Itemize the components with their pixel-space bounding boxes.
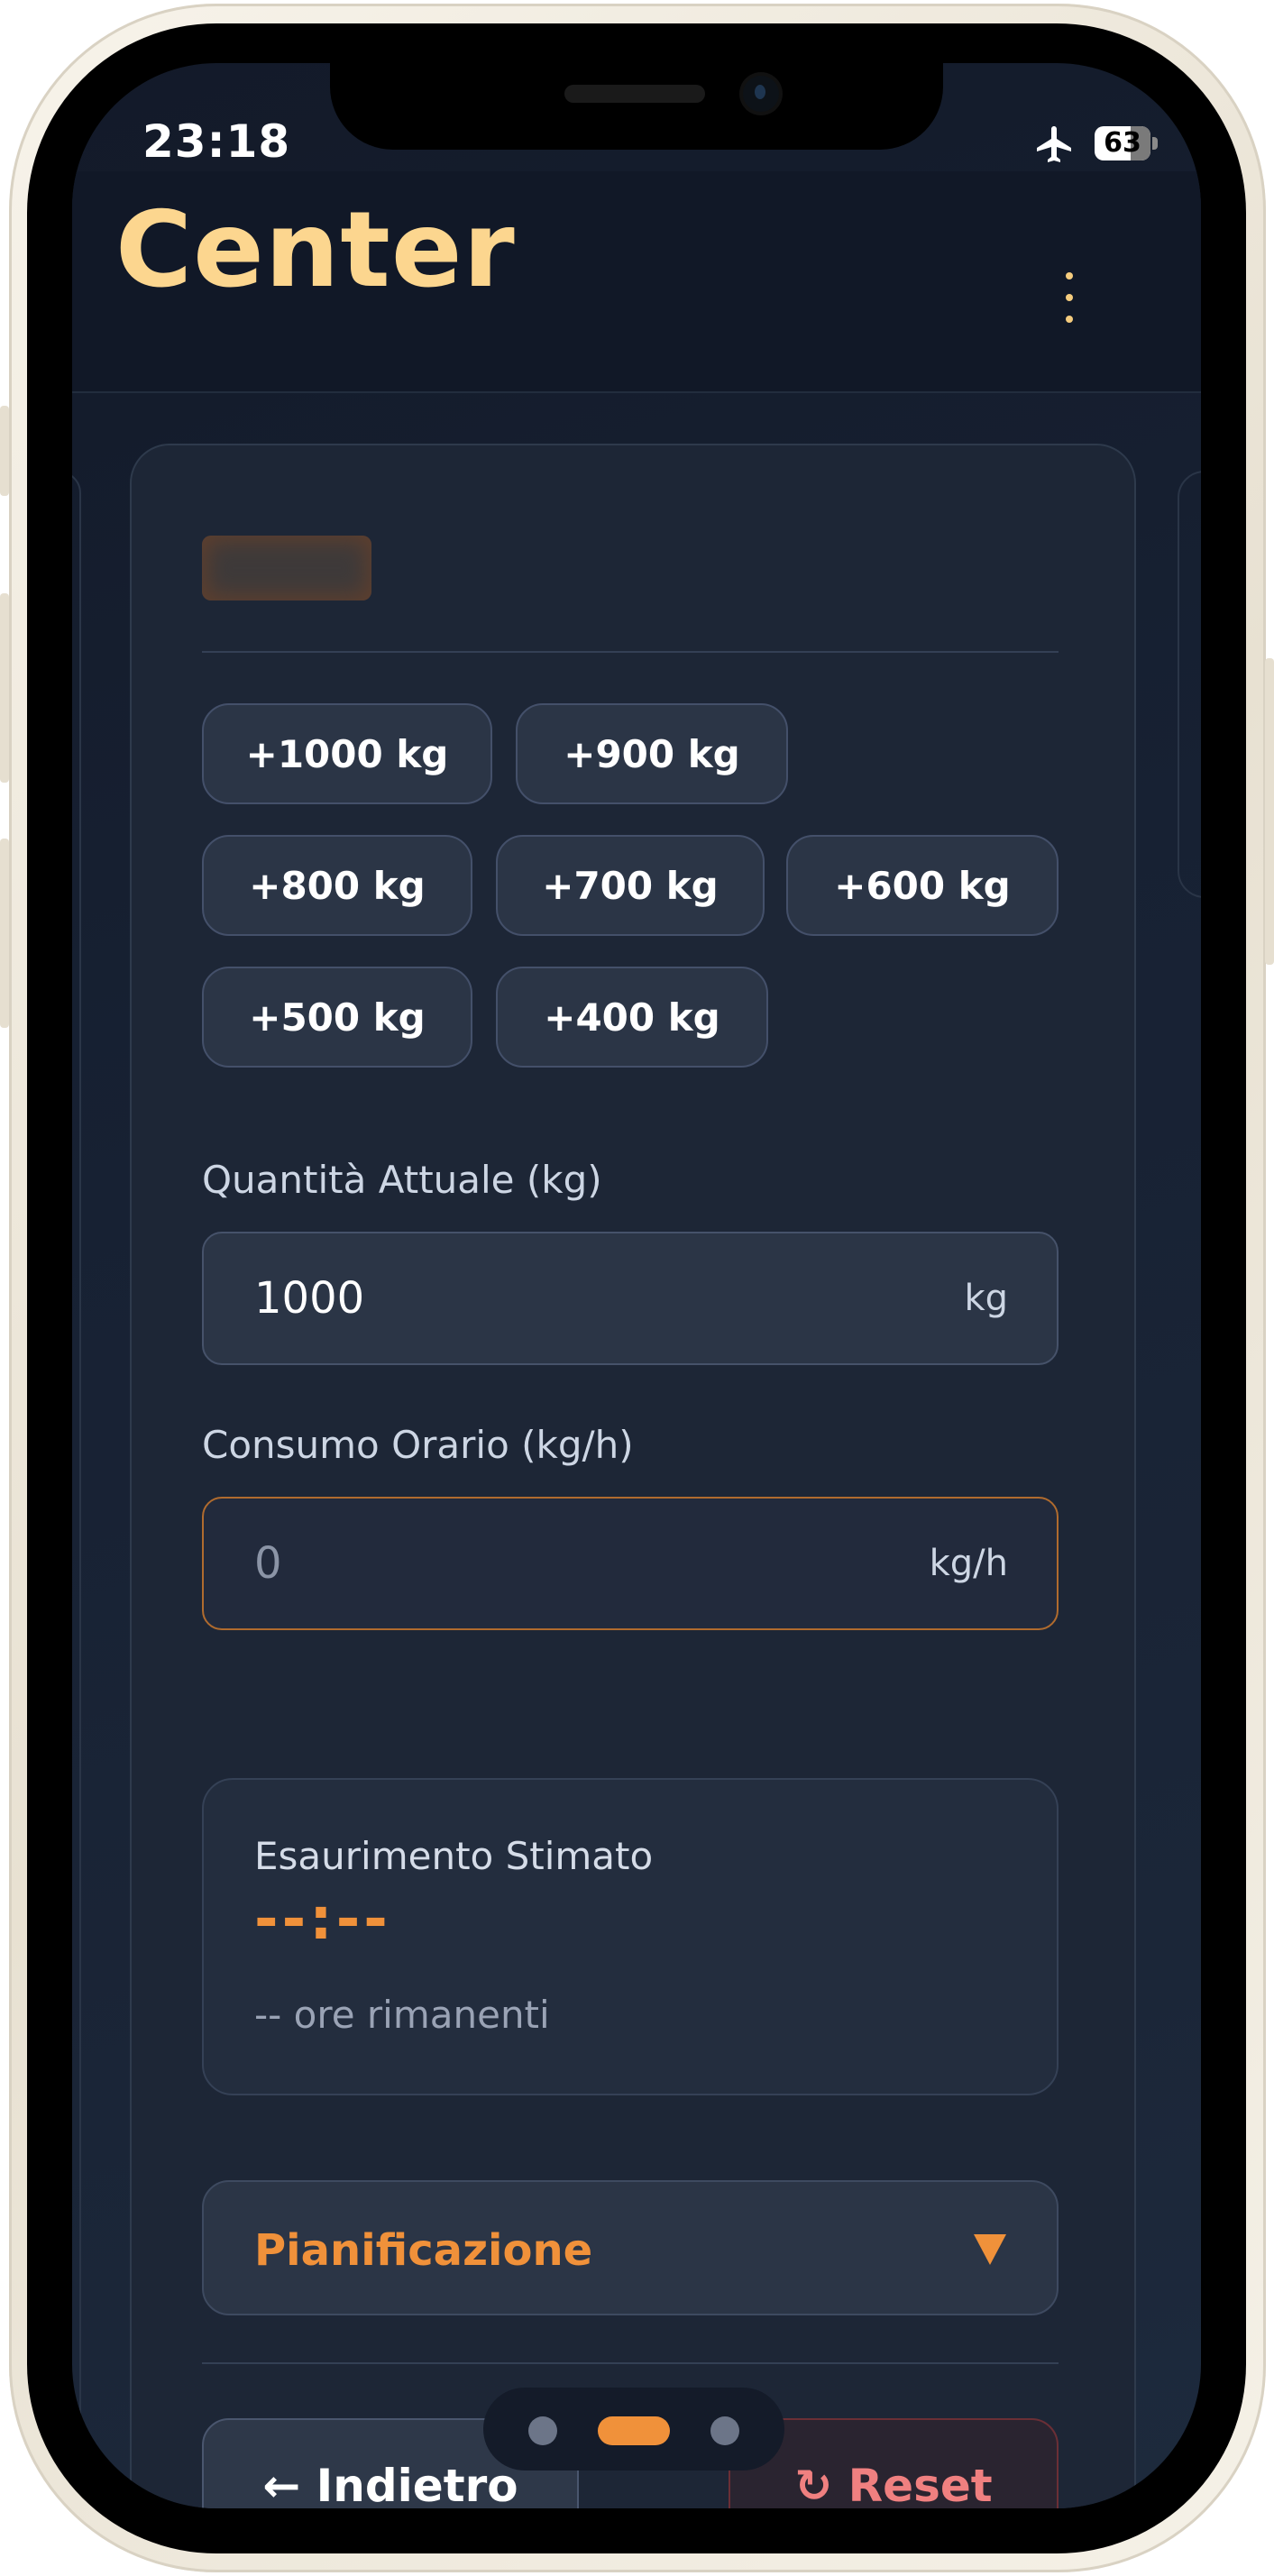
quantity-unit: kg [964,1278,1008,1319]
arrow-left-icon: ← [262,2460,316,2508]
quick-add-chip[interactable]: +500 kg [202,967,472,1068]
quick-add-chip[interactable]: +400 kg [496,967,768,1068]
divider [202,651,1059,653]
estimate-remaining: -- ore rimanenti [254,1993,550,2037]
planning-label: Pianificazione [254,2225,593,2276]
mute-switch [0,406,9,496]
previous-card-edge [72,471,81,2508]
triangle-down-icon [974,2234,1006,2265]
tank-color-swatch[interactable] [202,536,371,600]
quantity-input[interactable]: 1000 kg [202,1232,1059,1365]
power-button [1265,658,1274,965]
quick-add-chip[interactable]: +600 kg [786,835,1059,936]
estimate-card: Esaurimento Stimato --:-- -- ore rimanen… [202,1778,1059,2095]
estimate-title: Esaurimento Stimato [254,1834,654,1878]
more-vertical-icon[interactable] [1064,272,1075,326]
quick-add-chip[interactable]: +900 kg [516,703,788,804]
status-time: 23:18 [142,115,291,168]
quick-add-chip[interactable]: +800 kg [202,835,472,936]
refresh-icon: ↻ [794,2460,848,2508]
front-camera-icon [743,76,779,112]
back-button-label: Indietro [316,2460,518,2508]
divider [202,2362,1059,2364]
next-card-edge [1178,471,1201,898]
volume-up-button [0,593,9,783]
airplane-mode-icon [1037,126,1071,162]
estimate-time: --:-- [254,1886,391,1953]
reset-button-label: Reset [848,2460,993,2508]
app-header: Center [72,171,1201,393]
page-indicator [483,2388,784,2471]
speaker-grille [564,85,705,103]
consumption-placeholder: 0 [254,1538,282,1589]
volume-down-button [0,839,9,1028]
screen: 23:18 63 Center +1000 kg +900 kg +800 kg… [72,63,1201,2508]
notch [330,63,943,150]
consumption-label: Consumo Orario (kg/h) [202,1423,634,1467]
consumption-input[interactable]: 0 kg/h [202,1497,1059,1630]
battery-tip [1152,137,1158,150]
page-dot-active[interactable] [598,2416,670,2445]
quantity-value: 1000 [254,1273,365,1324]
quantity-label: Quantità Attuale (kg) [202,1158,602,1202]
quick-add-chip[interactable]: +1000 kg [202,703,492,804]
page-dot[interactable] [710,2416,739,2445]
battery-level: 63 [1104,127,1141,159]
consumption-unit: kg/h [929,1543,1008,1584]
page-title: Center [115,189,516,311]
planning-dropdown[interactable]: Pianificazione [202,2180,1059,2315]
page-dot[interactable] [528,2416,557,2445]
quick-add-chip[interactable]: +700 kg [496,835,765,936]
battery-icon: 63 [1095,126,1150,160]
